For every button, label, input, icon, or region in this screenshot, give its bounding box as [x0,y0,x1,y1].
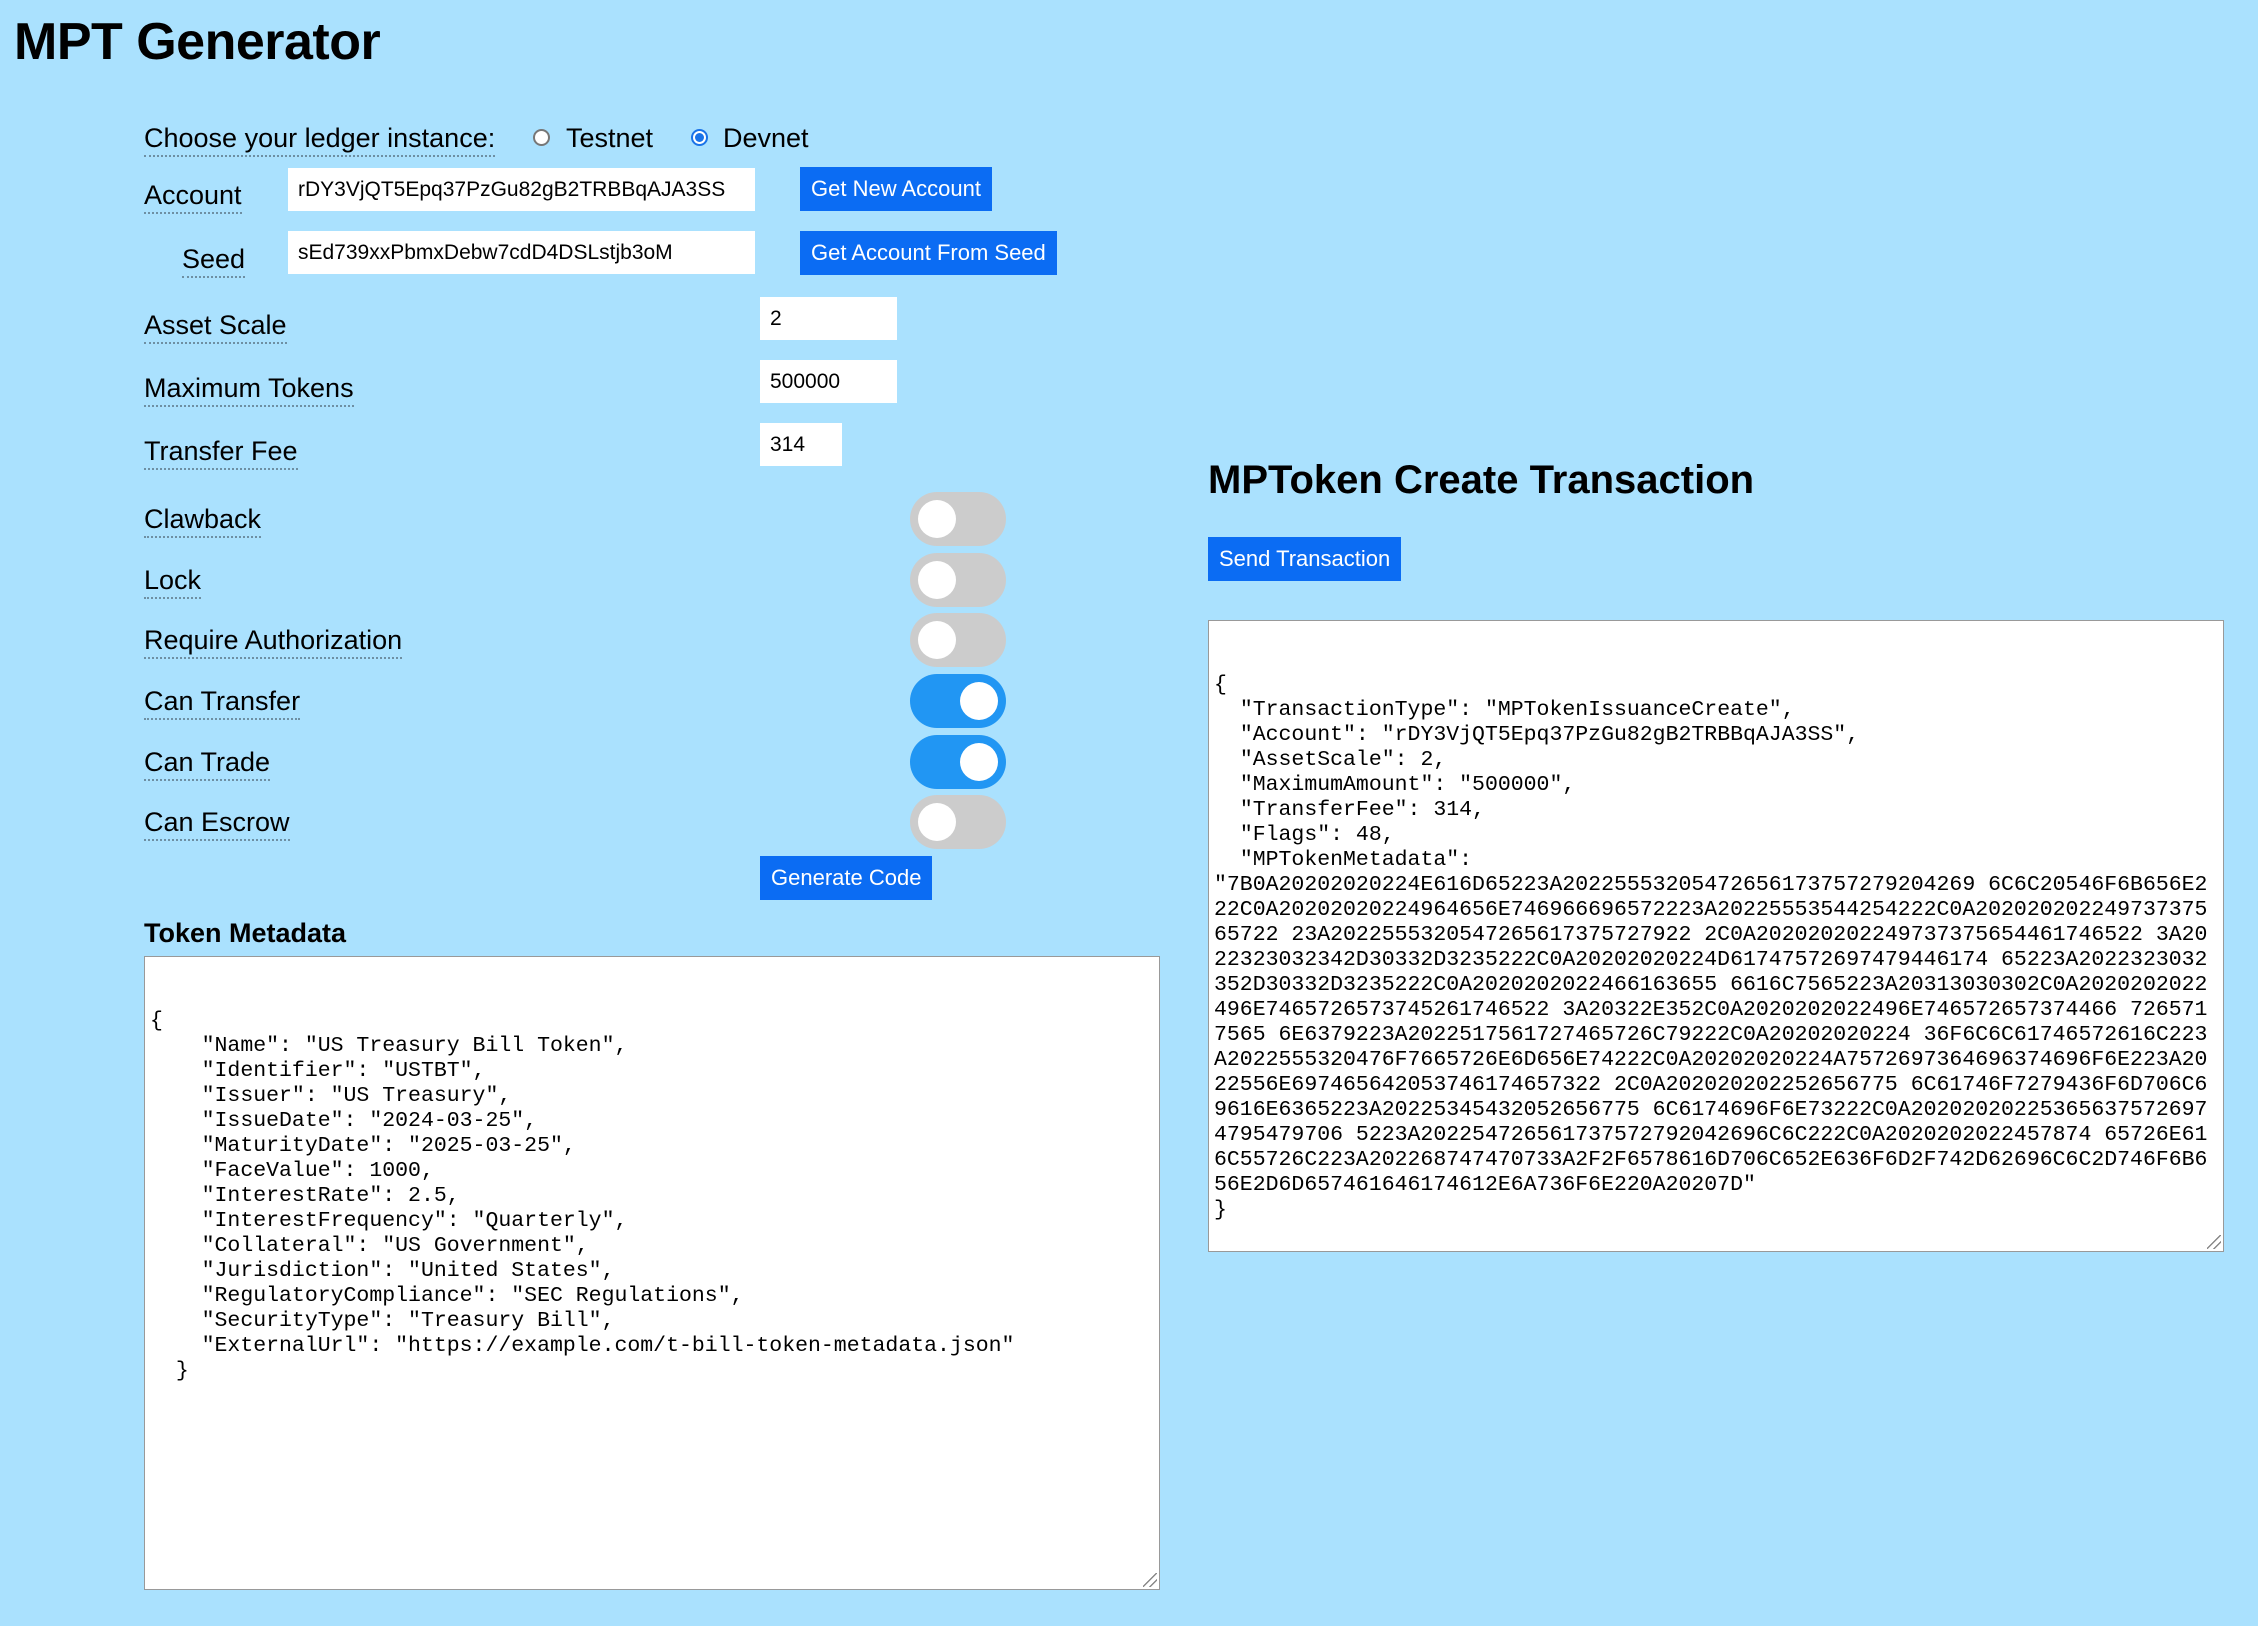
require-authorization-label: Require Authorization [144,623,403,659]
send-transaction-button[interactable]: Send Transaction [1208,537,1402,581]
testnet-label[interactable]: Testnet [566,121,653,155]
devnet-label[interactable]: Devnet [723,121,809,155]
toggle-knob [960,682,998,720]
maximum-tokens-input[interactable] [760,360,897,403]
seed-label: Seed [182,242,246,278]
toggle-knob [918,500,956,538]
seed-input[interactable] [288,231,755,274]
testnet-radio[interactable] [533,129,550,146]
can-transfer-label: Can Transfer [144,684,301,720]
account-input[interactable] [288,168,755,211]
devnet-radio[interactable] [691,129,708,146]
transfer-fee-label: Transfer Fee [144,434,298,470]
can-transfer-toggle[interactable] [910,674,1006,728]
clawback-label: Clawback [144,502,262,538]
token-metadata-text: { "Name": "US Treasury Bill Token", "Ide… [150,1009,1015,1383]
transaction-textarea[interactable]: { "TransactionType": "MPTokenIssuanceCre… [1208,620,2224,1252]
asset-scale-input[interactable] [760,297,897,340]
resize-handle-icon[interactable] [2207,1235,2221,1249]
resize-handle-icon[interactable] [1143,1573,1157,1587]
can-escrow-label: Can Escrow [144,805,290,841]
lock-toggle[interactable] [910,553,1006,607]
transaction-text: { "TransactionType": "MPTokenIssuanceCre… [1214,673,2208,1222]
page-title: MPT Generator [14,13,381,71]
toggle-knob [960,743,998,781]
can-trade-label: Can Trade [144,745,271,781]
ledger-instance-label: Choose your ledger instance: [144,121,496,157]
toggle-knob [918,803,956,841]
asset-scale-label: Asset Scale [144,308,287,344]
maximum-tokens-label: Maximum Tokens [144,371,354,407]
get-account-from-seed-button[interactable]: Get Account From Seed [800,231,1057,275]
account-label: Account [144,178,242,214]
token-metadata-textarea[interactable]: { "Name": "US Treasury Bill Token", "Ide… [144,956,1160,1590]
clawback-toggle[interactable] [910,492,1006,546]
transaction-title: MPToken Create Transaction [1208,458,1755,502]
toggle-knob [918,561,956,599]
generate-code-button[interactable]: Generate Code [760,856,933,900]
lock-label: Lock [144,563,202,599]
get-new-account-button[interactable]: Get New Account [800,167,992,211]
token-metadata-title: Token Metadata [144,918,347,948]
can-escrow-toggle[interactable] [910,795,1006,849]
can-trade-toggle[interactable] [910,735,1006,789]
require-authorization-toggle[interactable] [910,613,1006,667]
transfer-fee-input[interactable] [760,423,842,466]
toggle-knob [918,621,956,659]
